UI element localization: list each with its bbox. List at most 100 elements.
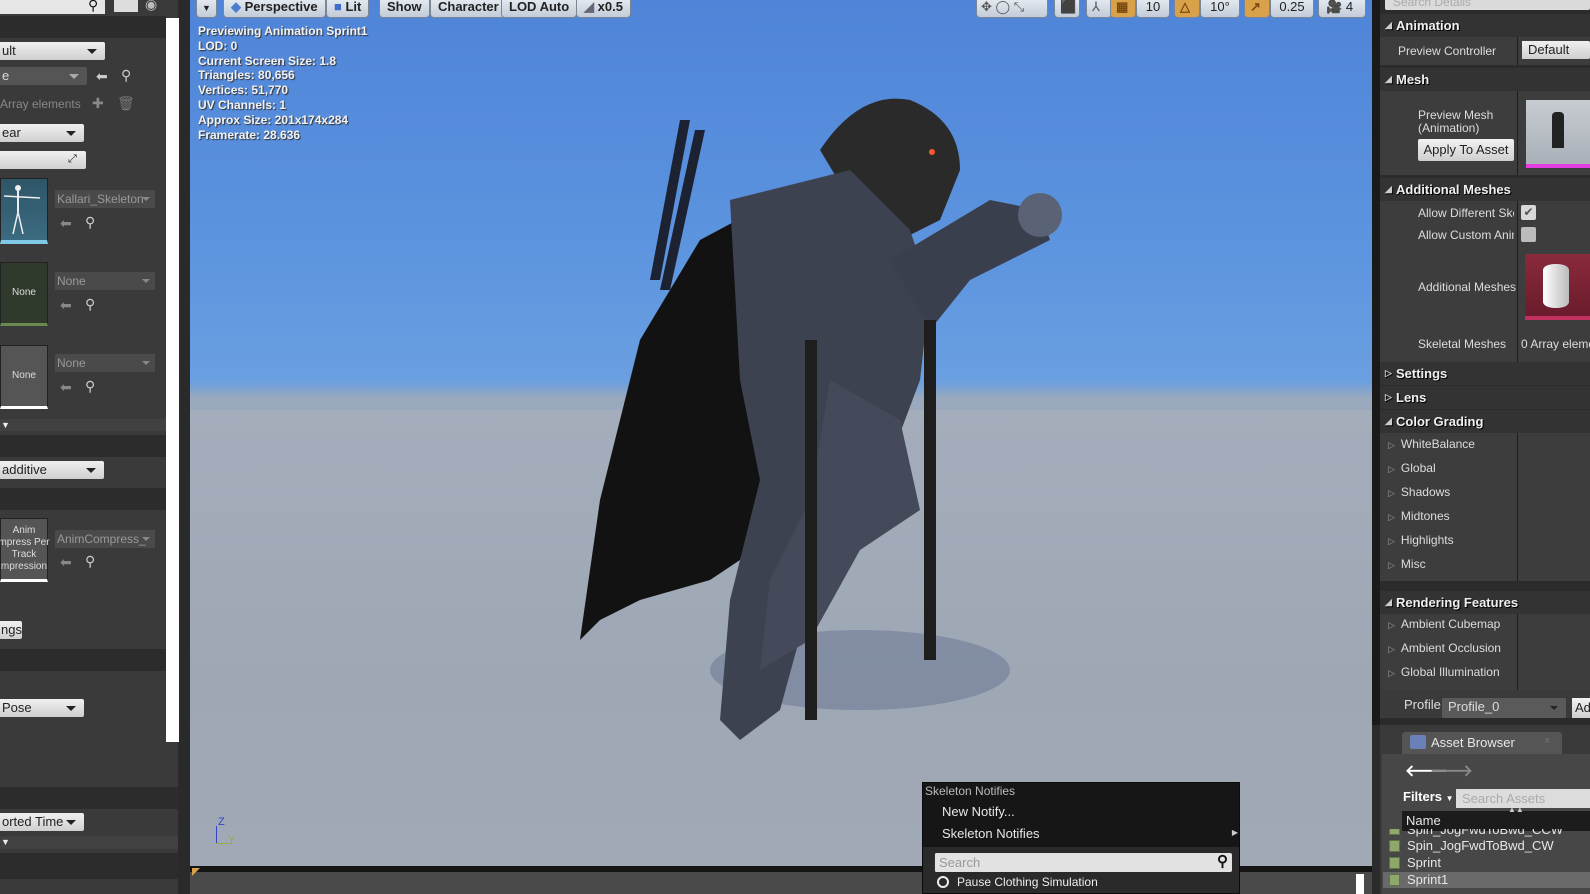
rendering-global-illumination[interactable]: ▷ Global Illumination xyxy=(1388,665,1510,679)
browse-search-icon[interactable]: ⚲ xyxy=(85,215,95,229)
additional-meshes-thumbnail[interactable] xyxy=(1525,254,1590,320)
browse-search-icon[interactable]: ⚲ xyxy=(121,68,131,82)
section-color-grading[interactable]: ◢ Color Grading xyxy=(1380,410,1590,433)
close-tab-icon[interactable]: × xyxy=(1544,735,1550,747)
profile-dropdown[interactable]: Profile_0 xyxy=(1442,698,1566,718)
asset-row-selected[interactable]: Sprint1 xyxy=(1383,872,1590,888)
browse-search-icon[interactable]: ⚲ xyxy=(85,554,95,568)
section-animation[interactable]: ◢ Animation xyxy=(1380,14,1590,37)
transform-tools[interactable]: ✥ ◯ ⤡ xyxy=(976,0,1048,18)
apply-to-asset-button[interactable]: Apply To Asset xyxy=(1418,139,1514,161)
asset-dropdown[interactable]: e xyxy=(0,67,87,85)
add-profile-button[interactable]: Ad xyxy=(1572,698,1590,718)
asset-row[interactable]: Sprint xyxy=(1383,855,1590,871)
color-grading-whitebalance[interactable]: ▷ WhiteBalance xyxy=(1388,437,1475,451)
column-splitter[interactable] xyxy=(1517,433,1518,581)
use-selected-arrow-icon[interactable]: ⬅ xyxy=(60,555,72,569)
name-column-header[interactable]: Name ▲▲ xyxy=(1402,805,1590,831)
combo-field[interactable]: ⤢ xyxy=(0,151,86,169)
asset-picker-2[interactable]: None xyxy=(55,354,155,372)
advanced-expander[interactable]: ▼ xyxy=(0,419,166,431)
browse-search-icon[interactable]: ⚲ xyxy=(85,297,95,311)
ref-pose-dropdown[interactable]: Pose xyxy=(0,699,84,717)
asset-row[interactable]: Spin_JogFwdToBwd_CCW xyxy=(1383,829,1590,837)
asset-picker-1[interactable]: None xyxy=(55,272,155,290)
use-selected-arrow-icon[interactable]: ⬅ xyxy=(60,298,72,312)
color-grading-shadows[interactable]: ▷ Shadows xyxy=(1388,485,1450,499)
timeline-scroll-thumb[interactable] xyxy=(1356,874,1364,894)
browse-search-icon[interactable]: ⚲ xyxy=(85,379,95,393)
color-grading-highlights[interactable]: ▷ Highlights xyxy=(1388,533,1454,547)
notify-search-input[interactable]: Search ⚲ xyxy=(934,853,1232,872)
none-thumbnail-2[interactable]: None xyxy=(0,345,48,409)
advanced-expander-2[interactable]: ▼ xyxy=(0,836,180,849)
surface-snap-button[interactable]: ⬛ xyxy=(1054,0,1080,18)
viewport-options-button[interactable]: ▼ xyxy=(196,0,217,18)
camera-speed-button[interactable]: 🎥 4 xyxy=(1318,0,1366,18)
scale-icon[interactable]: ⤡ xyxy=(1014,0,1024,14)
lit-button[interactable]: ■ Lit xyxy=(326,0,370,18)
column-splitter[interactable] xyxy=(1517,37,1518,65)
none-thumbnail-1[interactable]: None xyxy=(0,262,48,326)
menu-item-new-notify[interactable]: New Notify... xyxy=(942,804,1015,819)
preview-controller-dropdown[interactable]: Default xyxy=(1522,41,1590,59)
show-button[interactable]: Show xyxy=(379,0,430,18)
use-selected-arrow-icon[interactable]: ⬅ xyxy=(60,216,72,230)
compression-settings-button[interactable]: ngs xyxy=(0,621,22,639)
skeleton-thumbnail[interactable] xyxy=(0,178,48,244)
scale-snap-toggle[interactable]: ↗ xyxy=(1244,0,1270,18)
rotation-snap-value[interactable]: 10° xyxy=(1200,0,1240,18)
coordinate-system-button[interactable]: ⅄ xyxy=(1086,0,1112,18)
compression-thumbnail[interactable]: Anim mpress Per Track mpression xyxy=(0,518,50,582)
preview-mesh-thumbnail[interactable] xyxy=(1526,100,1590,168)
section-rendering-features[interactable]: ◢ Rendering Features xyxy=(1380,591,1590,614)
section-additional-meshes[interactable]: ◢ Additional Meshes xyxy=(1380,178,1590,201)
eye-icon[interactable]: ◉ xyxy=(145,0,157,11)
rendering-ambient-cubemap[interactable]: ▷ Ambient Cubemap xyxy=(1388,617,1510,631)
column-splitter[interactable] xyxy=(1517,201,1518,369)
add-element-icon[interactable]: ✚ xyxy=(92,96,104,110)
allow-custom-anim-checkbox[interactable] xyxy=(1521,227,1536,242)
allow-different-skeletons-checkbox[interactable]: ✔ xyxy=(1521,205,1536,220)
color-grading-misc[interactable]: ▷ Misc xyxy=(1388,557,1426,571)
scale-snap-value[interactable]: 0.25 xyxy=(1270,0,1314,18)
search-icon[interactable]: ⚲ xyxy=(88,0,98,12)
translate-icon[interactable]: ✥ xyxy=(981,0,992,14)
view-options-button[interactable] xyxy=(114,0,138,12)
left-scrollbar-thumb[interactable] xyxy=(166,18,179,742)
menu-item-pause-clothing[interactable]: Pause Clothing Simulation xyxy=(937,875,1098,889)
details-search-input[interactable]: Search Details xyxy=(1385,0,1590,10)
menu-item-skeleton-notifies[interactable]: Skeleton Notifies ▶ xyxy=(942,826,1238,841)
interpolation-dropdown[interactable]: ear xyxy=(0,124,84,142)
column-splitter[interactable] xyxy=(1517,91,1518,175)
default-dropdown[interactable]: ult xyxy=(0,42,105,60)
column-splitter[interactable] xyxy=(1517,614,1518,690)
asset-row[interactable]: Spin_JogFwdToBwd_CW xyxy=(1383,838,1590,854)
section-settings[interactable]: ▷ Settings xyxy=(1380,362,1590,385)
use-selected-arrow-icon[interactable]: ⬅ xyxy=(60,380,72,394)
skeleton-asset-picker[interactable]: Kallari_Skeleton xyxy=(55,190,155,208)
filters-button[interactable]: Filters ▼ xyxy=(1403,789,1454,804)
time-dropdown[interactable]: orted Time xyxy=(0,813,84,831)
section-mesh[interactable]: ◢ Mesh xyxy=(1380,68,1590,91)
animation-preview-viewport[interactable]: ▼ ◆ Perspective ■ Lit Show Character LOD… xyxy=(190,0,1372,866)
grid-snap-value[interactable]: 10 xyxy=(1136,0,1170,18)
lod-button[interactable]: LOD Auto xyxy=(501,0,578,18)
forward-arrow-icon[interactable]: 🡒 xyxy=(1430,760,1473,781)
playback-speed-button[interactable]: ◢ x0.5 xyxy=(576,0,631,18)
section-lens[interactable]: ▷ Lens xyxy=(1380,386,1590,409)
use-selected-arrow-icon[interactable]: ⬅ xyxy=(96,69,108,83)
compression-asset-picker[interactable]: AnimCompress_ xyxy=(55,530,155,548)
additive-type-dropdown[interactable]: additive xyxy=(0,461,104,479)
rotation-snap-toggle[interactable]: △ xyxy=(1174,0,1200,18)
character-button[interactable]: Character xyxy=(430,0,507,18)
perspective-button[interactable]: ◆ Perspective xyxy=(223,0,326,18)
color-grading-midtones[interactable]: ▷ Midtones xyxy=(1388,509,1450,523)
tab-asset-browser[interactable]: Asset Browser × xyxy=(1402,732,1562,754)
grid-snap-toggle[interactable]: ▦ xyxy=(1110,0,1136,18)
asset-row[interactable] xyxy=(1383,889,1590,894)
rotate-icon[interactable]: ◯ xyxy=(996,0,1011,14)
trash-icon[interactable]: 🗑 xyxy=(117,96,135,110)
color-grading-global[interactable]: ▷ Global xyxy=(1388,461,1436,475)
rendering-ambient-occlusion[interactable]: ▷ Ambient Occlusion xyxy=(1388,641,1510,655)
